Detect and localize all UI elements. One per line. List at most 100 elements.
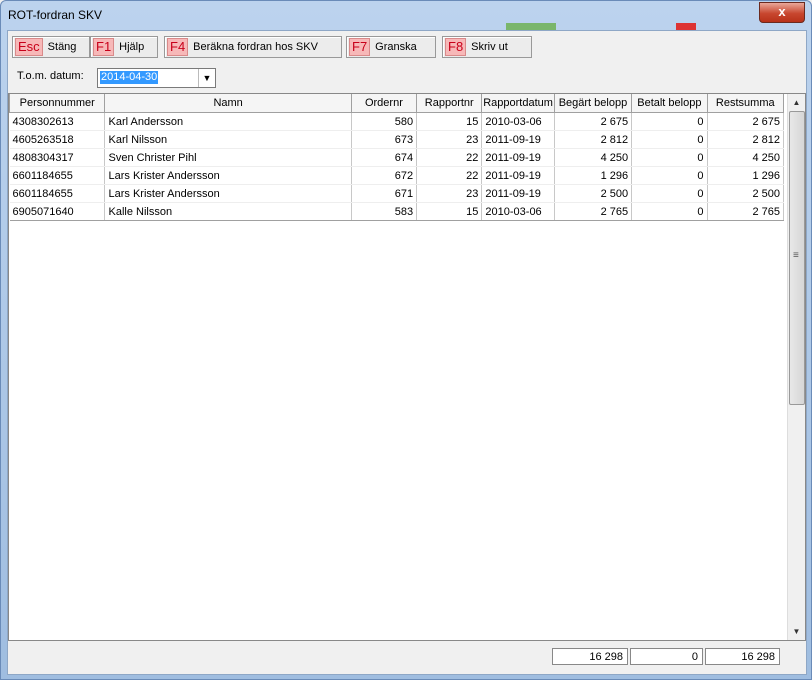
table-row[interactable]: 6905071640 Kalle Nilsson 583 15 2010-03-… <box>9 202 785 221</box>
column-header-ordernr[interactable]: Ordernr <box>350 94 418 113</box>
column-header-restsumma[interactable]: Restsumma <box>706 94 785 113</box>
claims-grid: Personnummer Namn Ordernr Rapportnr Rapp… <box>8 93 806 641</box>
print-button[interactable]: F8 Skriv ut <box>442 36 532 58</box>
cell-rapportdatum: 2010-03-06 <box>481 202 555 221</box>
column-header-rapportnr[interactable]: Rapportnr <box>416 94 483 113</box>
cell-restsumma: 1 296 <box>707 166 785 185</box>
cell-namn: Sven Christer Pihl <box>104 148 352 167</box>
table-row[interactable]: 6601184655 Lars Krister Andersson 672 22… <box>9 166 785 185</box>
cell-restsumma: 2 675 <box>707 112 785 131</box>
cell-ordernr: 674 <box>351 148 418 167</box>
total-betalt-belopp: 0 <box>630 648 703 665</box>
cell-rapportnr: 15 <box>416 202 483 221</box>
date-dropdown[interactable]: 2014-04-30 ▼ <box>97 68 216 88</box>
cell-begart-belopp: 2 675 <box>554 112 633 131</box>
cell-rapportdatum: 2011-09-19 <box>481 130 555 149</box>
cell-rapportnr: 23 <box>416 184 483 203</box>
scrollbar-thumb[interactable]: ≡ <box>789 111 805 405</box>
cell-betalt-belopp: 0 <box>631 184 708 203</box>
preview-button[interactable]: F7 Granska <box>346 36 436 58</box>
close-button-label: Stäng <box>47 41 77 53</box>
cell-ordernr: 672 <box>351 166 418 185</box>
f8-key-badge: F8 <box>445 38 467 56</box>
f4-key-badge: F4 <box>167 38 189 56</box>
window-title: ROT-fordran SKV <box>8 8 103 22</box>
table-row[interactable]: 6601184655 Lars Krister Andersson 671 23… <box>9 184 785 203</box>
table-row[interactable]: 4308302613 Karl Andersson 580 15 2010-03… <box>9 112 785 131</box>
esc-key-badge: Esc <box>15 38 43 56</box>
cell-begart-belopp: 2 812 <box>554 130 633 149</box>
toolbar: Esc Stäng F1 Hjälp F4 Beräkna fordran ho… <box>8 31 806 61</box>
cell-ordernr: 673 <box>351 130 418 149</box>
cell-rapportnr: 23 <box>416 130 483 149</box>
cell-personnummer: 6601184655 <box>9 184 106 203</box>
cell-namn: Karl Andersson <box>104 112 352 131</box>
cell-restsumma: 4 250 <box>707 148 785 167</box>
cell-rapportdatum: 2011-09-19 <box>481 166 555 185</box>
cell-ordernr: 671 <box>351 184 418 203</box>
cell-begart-belopp: 4 250 <box>554 148 633 167</box>
cell-ordernr: 580 <box>351 112 418 131</box>
cell-ordernr: 583 <box>351 202 418 221</box>
date-filter-bar: T.o.m. datum: 2014-04-30 ▼ <box>8 62 806 92</box>
date-value[interactable]: 2014-04-30 <box>100 71 159 84</box>
column-header-begart-belopp[interactable]: Begärt belopp <box>553 94 633 113</box>
table-header-row: Personnummer Namn Ordernr Rapportnr Rapp… <box>8 94 785 113</box>
cell-namn: Kalle Nilsson <box>104 202 352 221</box>
column-header-betalt-belopp[interactable]: Betalt belopp <box>631 94 708 113</box>
column-header-rapportdatum[interactable]: Rapportdatum <box>481 94 555 113</box>
table-row[interactable]: 4808304317 Sven Christer Pihl 674 22 201… <box>9 148 785 167</box>
totals-bar: 16 298 0 16 298 <box>8 640 806 674</box>
claims-table: Personnummer Namn Ordernr Rapportnr Rapp… <box>8 94 785 221</box>
cell-betalt-belopp: 0 <box>631 148 708 167</box>
cell-personnummer: 4808304317 <box>9 148 106 167</box>
cell-begart-belopp: 2 765 <box>554 202 633 221</box>
scroll-down-icon[interactable]: ▼ <box>788 623 805 640</box>
cell-rapportdatum: 2011-09-19 <box>481 184 555 203</box>
cell-namn: Lars Krister Andersson <box>104 184 352 203</box>
cell-betalt-belopp: 0 <box>631 166 708 185</box>
cell-betalt-belopp: 0 <box>631 112 708 131</box>
scroll-up-icon[interactable]: ▲ <box>788 94 805 111</box>
cell-rapportnr: 22 <box>416 166 483 185</box>
f1-key-badge: F1 <box>93 38 115 56</box>
cell-begart-belopp: 1 296 <box>554 166 633 185</box>
column-header-namn[interactable]: Namn <box>104 94 352 113</box>
column-header-personnummer[interactable]: Personnummer <box>8 94 106 113</box>
calculate-claim-button[interactable]: F4 Beräkna fordran hos SKV <box>164 36 342 58</box>
close-toolbar-button[interactable]: Esc Stäng <box>12 36 90 58</box>
cell-rapportdatum: 2011-09-19 <box>481 148 555 167</box>
grip-icon: ≡ <box>793 250 799 261</box>
cell-personnummer: 6601184655 <box>9 166 106 185</box>
window-client-area: Esc Stäng F1 Hjälp F4 Beräkna fordran ho… <box>7 30 807 675</box>
total-restsumma: 16 298 <box>705 648 780 665</box>
cell-rapportnr: 22 <box>416 148 483 167</box>
cell-betalt-belopp: 0 <box>631 130 708 149</box>
date-label: T.o.m. datum: <box>17 70 84 82</box>
cell-rapportdatum: 2010-03-06 <box>481 112 555 131</box>
cell-personnummer: 4605263518 <box>9 130 106 149</box>
cell-rapportnr: 15 <box>416 112 483 131</box>
close-icon: x <box>778 4 786 19</box>
calculate-claim-label: Beräkna fordran hos SKV <box>193 41 318 53</box>
chevron-down-icon[interactable]: ▼ <box>198 69 215 87</box>
table-row[interactable]: 4605263518 Karl Nilsson 673 23 2011-09-1… <box>9 130 785 149</box>
cell-restsumma: 2 765 <box>707 202 785 221</box>
cell-betalt-belopp: 0 <box>631 202 708 221</box>
vertical-scrollbar[interactable]: ▲ ≡ ▼ <box>787 94 805 640</box>
rot-fordran-window: ROT-fordran SKV x Esc Stäng F1 Hjälp F4 … <box>0 0 812 680</box>
cell-begart-belopp: 2 500 <box>554 184 633 203</box>
preview-button-label: Granska <box>375 41 417 53</box>
cell-restsumma: 2 500 <box>707 184 785 203</box>
cell-restsumma: 2 812 <box>707 130 785 149</box>
print-button-label: Skriv ut <box>471 41 508 53</box>
title-bar[interactable]: ROT-fordran SKV x <box>1 1 811 31</box>
cell-namn: Lars Krister Andersson <box>104 166 352 185</box>
cell-personnummer: 4308302613 <box>9 112 106 131</box>
cell-personnummer: 6905071640 <box>9 202 106 221</box>
help-button-label: Hjälp <box>119 41 145 53</box>
help-button[interactable]: F1 Hjälp <box>90 36 158 58</box>
total-begart-belopp: 16 298 <box>552 648 628 665</box>
close-button[interactable]: x <box>759 2 805 23</box>
cell-namn: Karl Nilsson <box>104 130 352 149</box>
